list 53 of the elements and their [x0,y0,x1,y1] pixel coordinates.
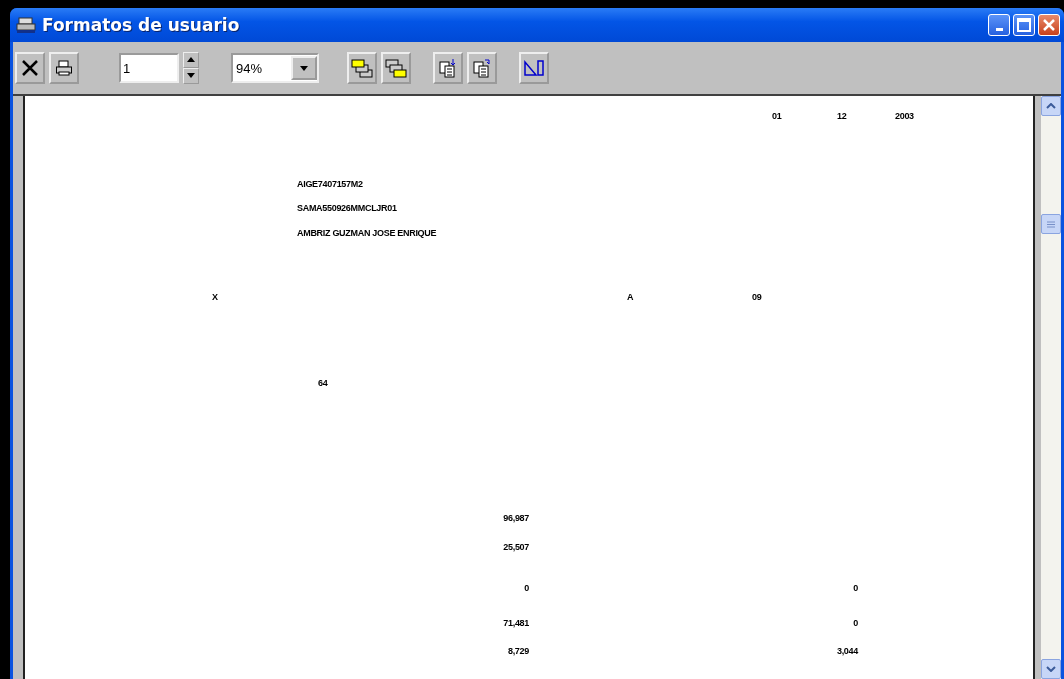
report-field: 71,481 [503,617,529,629]
dropdown-button[interactable] [291,56,317,80]
report-field: 0 [853,582,858,594]
report-field: 01 [772,110,782,122]
report-field: 96,987 [503,512,529,524]
scroll-down-button[interactable] [1041,659,1061,679]
stacked-pages-icon [384,57,408,79]
page-field[interactable]: 1 [119,53,179,83]
layout-button[interactable] [519,52,549,84]
report-field: 3,044 [836,645,858,657]
copy-button[interactable] [467,52,497,84]
report-field: AMBRIZ GUZMAN JOSE ENRIQUE [297,227,437,239]
window-title: Formatos de usuario [42,15,241,35]
scroll-thumb[interactable] [1041,214,1061,234]
report-field: SAMA550926MMCLJR01 [297,202,397,214]
minimize-button[interactable] [988,14,1010,36]
report-field: X [212,291,218,303]
grip-icon [1047,220,1055,228]
up-arrow-icon [187,57,195,62]
zoom-value: 94% [235,60,264,76]
print-button[interactable] [49,52,79,84]
spin-down-button[interactable] [183,68,199,84]
report-field: A [627,291,634,303]
report-field: 8,729 [507,645,529,657]
report-field: 12 [837,110,847,122]
triangle-ruler-icon [522,57,546,79]
stacked-pages-icon [350,57,374,79]
close-icon [1042,18,1056,32]
report-field: 0 [853,617,858,629]
copy-pages-icon [471,57,493,79]
close-preview-button[interactable] [15,52,45,84]
printer-icon [16,16,36,34]
scroll-up-button[interactable] [1041,96,1061,116]
maximize-button[interactable] [1013,14,1035,36]
minimize-icon [995,27,1003,31]
report-field: 09 [752,291,762,303]
close-button[interactable] [1038,14,1060,36]
copy-button[interactable] [433,52,463,84]
close-icon [21,59,39,77]
zoom-dropdown[interactable]: 94% [231,53,319,83]
spin-up-button[interactable] [183,52,199,68]
scrollbar[interactable] [1041,96,1061,679]
report-field: 0 [524,582,529,594]
report-field: 25,507 [503,541,529,553]
maximize-icon [1017,18,1031,32]
report-field: AIGE7407157M2 [297,178,363,190]
down-arrow-icon [187,73,195,78]
caret-icon [300,65,308,71]
report-field: 64 [318,377,328,389]
printer-icon [55,59,73,77]
report-field: 2003 [895,110,914,122]
first-page-button[interactable] [347,52,377,84]
last-page-button[interactable] [381,52,411,84]
